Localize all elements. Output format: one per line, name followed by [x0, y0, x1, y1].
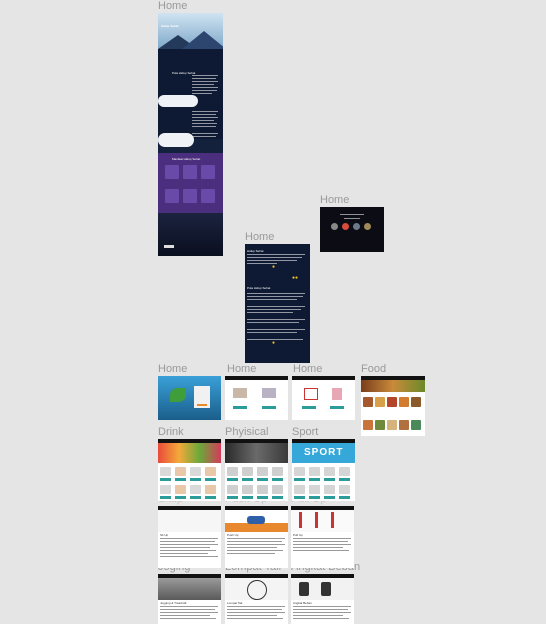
food-image [233, 388, 247, 398]
hero-title: Hidup Sehat [161, 24, 179, 28]
food-banner [361, 380, 425, 392]
page-title: Hidup Sehat [247, 249, 264, 253]
frame-drink[interactable] [158, 439, 221, 501]
mountain-shape [182, 31, 223, 49]
cloud [158, 133, 194, 147]
frame-physical[interactable] [225, 439, 288, 501]
exercise-title: Push Up [227, 533, 239, 537]
frame-sport[interactable]: SPORT [292, 439, 355, 501]
person-figure [331, 512, 334, 528]
drink-button[interactable] [262, 406, 276, 409]
emoji-icon: ● [272, 340, 276, 346]
gym-banner [225, 443, 288, 463]
benefit-card[interactable] [165, 165, 179, 179]
avatar[interactable] [353, 223, 360, 230]
leaf-icon [170, 388, 186, 402]
person-figure [299, 512, 302, 528]
section-title: Pola Hidup Sehat [247, 286, 271, 290]
drink-banner [158, 443, 221, 463]
avatar[interactable] [331, 223, 338, 230]
avatar[interactable] [364, 223, 371, 230]
benefits-section [158, 153, 223, 213]
exercise-title: Lompat Tali [227, 601, 243, 605]
frame-label-home-5[interactable]: Home [227, 363, 256, 375]
avatar[interactable] [342, 223, 349, 230]
frame-label-drink[interactable]: Drink [158, 426, 184, 438]
exercise-title: Pull Up [293, 533, 303, 537]
benefit-card[interactable] [165, 189, 179, 203]
benefit-card[interactable] [183, 165, 197, 179]
frame-home-4[interactable] [158, 376, 221, 420]
frame-home-6[interactable] [292, 376, 355, 420]
frame-label-home-1[interactable]: Home [158, 0, 187, 12]
cloud [158, 95, 198, 107]
physical-button[interactable] [302, 406, 316, 409]
benefits-title: Manfaat Hidup Sehat [172, 157, 201, 161]
person-figure [247, 516, 265, 524]
sport-banner-title: SPORT [304, 447, 344, 458]
frame-label-sport[interactable]: Sport [292, 426, 318, 438]
no-smoking-icon [304, 388, 318, 400]
person-figure [299, 582, 309, 596]
situp-illustration [158, 510, 221, 532]
benefit-card[interactable] [201, 189, 215, 203]
drink-image [262, 388, 276, 398]
login-button[interactable] [197, 404, 207, 406]
benefit-card[interactable] [183, 189, 197, 203]
exercise-title: Jogging & Treadmill [160, 601, 187, 605]
frame-situp[interactable]: Sit Up [158, 506, 221, 568]
frame-home-3[interactable]: Hidup Sehat ● Pola Hidup Sehat ●● ● [245, 244, 310, 363]
footer-section [158, 213, 223, 256]
frame-label-food[interactable]: Food [361, 363, 386, 375]
benefit-card[interactable] [201, 165, 215, 179]
frame-home-2[interactable] [320, 207, 384, 252]
exercise-title: Angkat Beban [293, 601, 312, 605]
drink-icon [332, 388, 342, 400]
food-button[interactable] [233, 406, 247, 409]
frame-label-home-6[interactable]: Home [293, 363, 322, 375]
frame-push-up[interactable]: Push Up [225, 506, 288, 568]
treadmill-illustration [158, 578, 221, 600]
rope-shape [247, 580, 267, 600]
frame-pull-up[interactable]: Pull Up [291, 506, 354, 568]
person-figure [315, 512, 318, 528]
emoji-icon: ● [272, 264, 276, 270]
exercise-title: Sit Up [160, 533, 169, 537]
frame-label-home-2[interactable]: Home [320, 194, 349, 206]
frame-angkat-beban[interactable]: Angkat Beban [291, 574, 354, 624]
frame-food[interactable] [361, 376, 425, 436]
frame-label-physical[interactable]: Phyisical [225, 426, 268, 438]
frame-label-home-4[interactable]: Home [158, 363, 187, 375]
frame-home-5[interactable] [225, 376, 288, 420]
footer-input[interactable] [164, 245, 174, 248]
frame-home-1[interactable]: Hidup Sehat Pola Hidup Sehat Manfaat Hid… [158, 13, 223, 256]
sport-button[interactable] [330, 406, 344, 409]
emoji-icon: ●● [292, 275, 299, 281]
person-figure [321, 582, 331, 596]
frame-label-home-3[interactable]: Home [245, 231, 274, 243]
frame-lompat-tali[interactable]: Lompat Tali [225, 574, 288, 624]
frame-joging[interactable]: Jogging & Treadmill [158, 574, 221, 624]
